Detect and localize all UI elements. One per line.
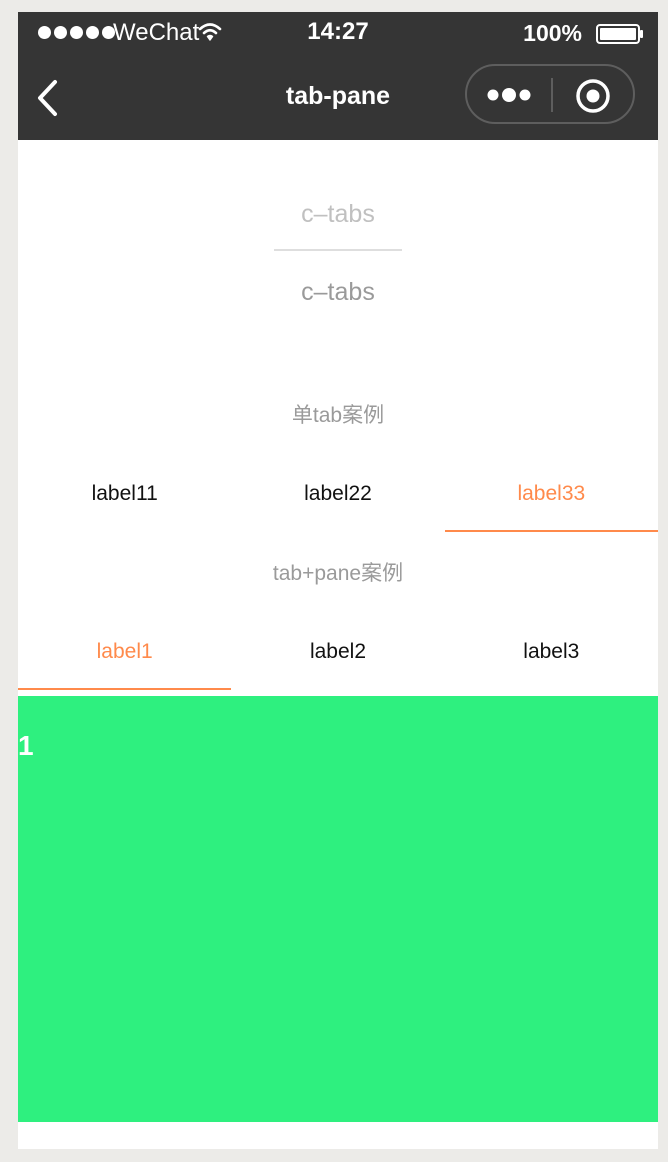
demo-title-bottom: c–tabs [301,278,375,306]
status-bar: WeChat 14:27 100% [18,12,658,52]
pane-text: 1 [18,730,34,761]
demo-title-top: c–tabs [301,200,375,228]
more-icon[interactable] [485,84,533,106]
battery-percent: 100% [523,20,582,46]
tab-pane-section-title: tab+pane案例 [272,562,404,585]
capsule-divider [551,78,553,112]
battery-icon [596,24,643,44]
demo-title-divider [274,249,402,251]
tab-label3[interactable]: label3 [445,614,658,690]
tab-label22[interactable]: label22 [231,456,444,532]
close-mini-icon[interactable] [575,78,611,114]
tab-label1[interactable]: label1 [18,614,232,690]
tab-pane-tab-bar: label1 label2 label3 [18,614,658,690]
phone-screen: WeChat 14:27 100% tab-pane c–tabs c–tabs… [18,12,658,1149]
tab-pane-content: 1 [18,696,658,1122]
single-tab-section-title: 单tab案例 [291,404,385,427]
navigation-bar: tab-pane [18,52,658,140]
menu-capsule [465,64,635,124]
tab-label33[interactable]: label33 [444,456,658,532]
tab-label2[interactable]: label2 [231,614,444,690]
single-tab-bar: label11 label22 label33 [18,456,658,532]
tab-label11[interactable]: label11 [18,456,231,532]
